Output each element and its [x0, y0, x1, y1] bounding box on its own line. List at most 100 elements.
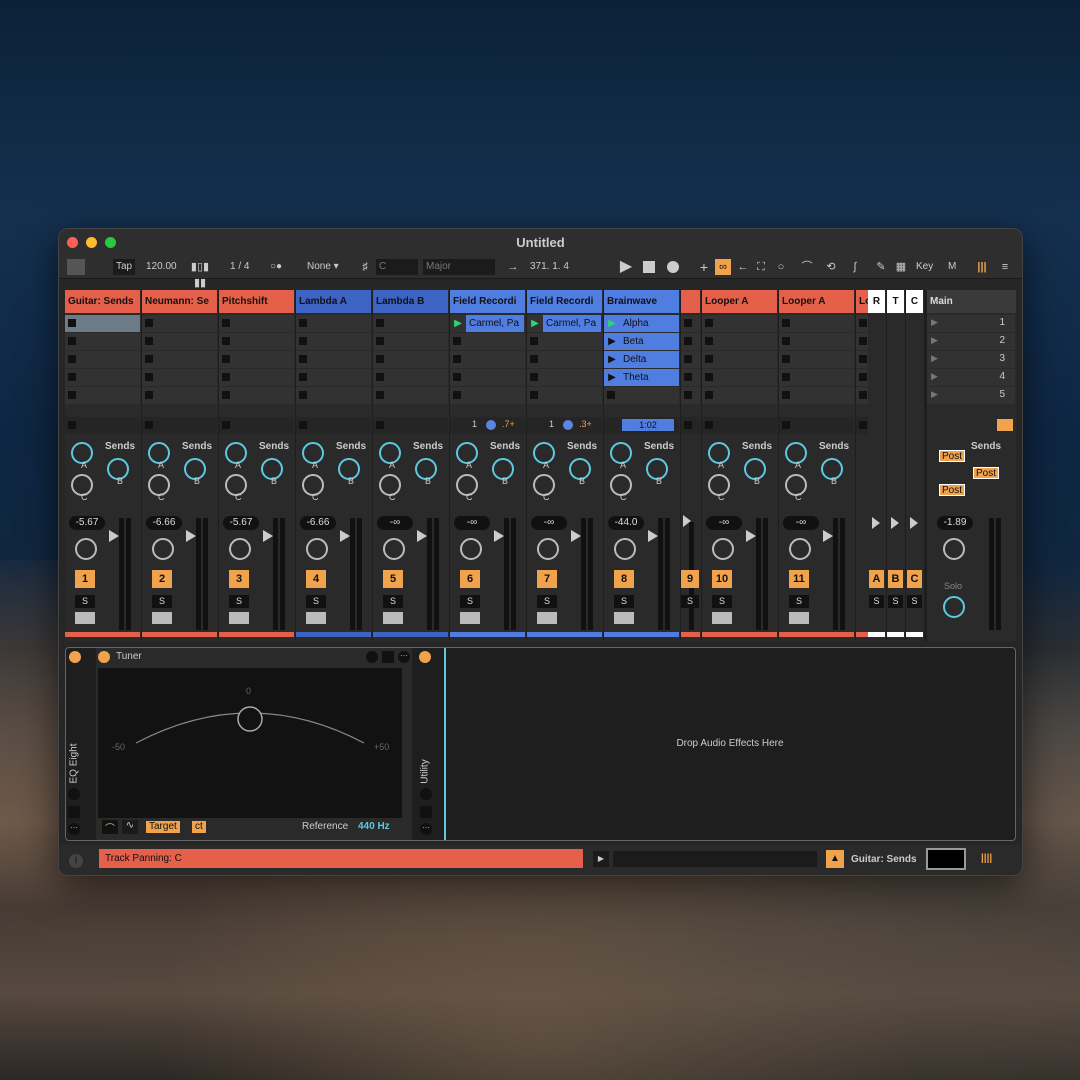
back-to-arrangement-icon[interactable]: ← — [735, 259, 751, 275]
track-volume[interactable]: -∞ — [377, 516, 413, 530]
clip-stop-row[interactable] — [142, 417, 217, 434]
track-activator[interactable]: 9 — [681, 570, 699, 588]
clip-slot[interactable] — [702, 333, 777, 350]
track-header[interactable]: Field Recordi — [527, 290, 602, 313]
clip-play-icon[interactable]: ▶ — [604, 351, 620, 368]
key-map-button[interactable]: Key — [913, 259, 936, 275]
scene-row[interactable]: ▶ 2 — [927, 333, 1015, 350]
clip-slot[interactable] — [779, 369, 854, 386]
clip-slot[interactable] — [142, 387, 217, 404]
tuner-power-icon[interactable] — [98, 651, 110, 663]
eq-hotswap-icon[interactable] — [68, 788, 80, 800]
tuner-target-button[interactable]: Target — [146, 821, 180, 833]
volume-arrow-icon[interactable] — [872, 517, 880, 529]
track-activator[interactable]: 5 — [383, 570, 403, 588]
clip-slot[interactable] — [527, 369, 602, 386]
volume-arrow-icon[interactable] — [417, 530, 427, 542]
eq-more-icon[interactable]: ··· — [68, 823, 80, 835]
session-record-icon[interactable]: ○ — [773, 259, 789, 275]
clip-slot[interactable] — [65, 387, 140, 404]
solo-button[interactable]: S — [306, 595, 326, 608]
tuner-reference-value[interactable]: 440 Hz — [358, 821, 390, 832]
monitor-button[interactable] — [75, 612, 95, 624]
clip-slot[interactable] — [296, 369, 371, 386]
scene-row[interactable]: ▶ 1 — [927, 315, 1015, 332]
overview-thumbnail[interactable] — [926, 848, 966, 870]
clip-slot[interactable] — [296, 387, 371, 404]
clip-slot[interactable] — [219, 369, 294, 386]
stop-icon[interactable] — [641, 259, 657, 275]
clip-play-icon[interactable]: ▶ — [604, 369, 620, 386]
cpu-meter-icon[interactable]: ||| — [974, 259, 990, 275]
clip-slot[interactable] — [142, 315, 217, 332]
tuner-classic-icon[interactable]: ⌒ — [102, 820, 118, 835]
tap-button[interactable]: Tap — [113, 259, 136, 275]
solo-button[interactable]: S — [229, 595, 249, 608]
solo-button[interactable]: S — [681, 595, 699, 608]
clip-slot[interactable] — [779, 387, 854, 404]
clip-slot[interactable] — [65, 333, 140, 350]
pan-knob[interactable] — [152, 538, 174, 560]
track-header[interactable]: Looper A — [702, 290, 777, 313]
scale-select[interactable]: Major — [423, 259, 495, 275]
pan-knob[interactable] — [229, 538, 251, 560]
clip-stop-row[interactable] — [65, 417, 140, 434]
track-volume[interactable]: -44.0 — [608, 516, 644, 530]
clip-slot[interactable] — [65, 315, 140, 332]
main-header[interactable]: Main — [927, 290, 1016, 313]
main-solo-button[interactable]: Solo — [939, 580, 967, 593]
clip-play-icon[interactable]: ▶ — [604, 333, 620, 350]
scene-launch-icon[interactable]: ▶ — [931, 335, 938, 346]
clip-slot[interactable] — [779, 333, 854, 350]
clip-play-icon[interactable]: ▶ — [450, 315, 466, 332]
scene-launch-icon[interactable]: ▶ — [931, 389, 938, 400]
track-activator[interactable]: 4 — [306, 570, 326, 588]
pan-knob[interactable] — [383, 538, 405, 560]
clip-stop-row[interactable] — [373, 417, 448, 434]
clip-slot[interactable]: ▶ Beta — [604, 333, 679, 350]
solo-button[interactable]: S — [614, 595, 634, 608]
eq-save-icon[interactable] — [68, 806, 80, 818]
clip-slot[interactable]: ▶ Delta — [604, 351, 679, 368]
post-button[interactable]: Post — [939, 450, 966, 462]
volume-arrow-icon[interactable] — [648, 530, 658, 542]
clip-slot[interactable] — [527, 387, 602, 404]
clip-slot[interactable] — [373, 333, 448, 350]
clip-slot[interactable] — [702, 369, 777, 386]
track-header[interactable]: Neumann: Se — [142, 290, 217, 313]
clip[interactable]: Carmel, Pa — [466, 315, 524, 332]
cue-volume-knob[interactable] — [943, 596, 965, 618]
mixer-view-icon[interactable]: |||| — [981, 853, 992, 864]
capture-icon[interactable]: ⛶ — [753, 259, 769, 275]
draw-mode-icon[interactable]: ✎ — [873, 259, 889, 275]
clip-slot[interactable]: ▶ Carmel, Pa — [450, 315, 525, 332]
clip[interactable]: Beta — [620, 333, 678, 350]
track-volume[interactable]: -5.67 — [69, 516, 105, 530]
clip-stop-row[interactable] — [296, 417, 371, 434]
eq-power-icon[interactable] — [69, 651, 81, 663]
utility-save-icon[interactable] — [420, 806, 432, 818]
track-header[interactable]: Looper A — [779, 290, 854, 313]
clip-slot[interactable] — [219, 351, 294, 368]
track-header[interactable]: Pitchshift — [219, 290, 294, 313]
volume-arrow-icon[interactable] — [823, 530, 833, 542]
return-header[interactable]: T — [887, 290, 904, 313]
clip-slot[interactable] — [65, 351, 140, 368]
follow-icon[interactable]: ⌒ — [799, 259, 815, 275]
monitor-button[interactable] — [537, 612, 557, 624]
solo-button[interactable]: S — [537, 595, 557, 608]
solo-button[interactable]: S — [712, 595, 732, 608]
clip-slot[interactable] — [681, 351, 700, 368]
track-activator[interactable]: 11 — [789, 570, 809, 588]
clip-slot[interactable] — [702, 315, 777, 332]
scene-launch-icon[interactable]: ▶ — [931, 371, 938, 382]
clip-slot[interactable] — [219, 333, 294, 350]
track-volume[interactable]: -∞ — [783, 516, 819, 530]
volume-arrow-icon[interactable] — [109, 530, 119, 542]
clip-slot[interactable] — [450, 333, 525, 350]
tuner-save-icon[interactable] — [382, 651, 394, 663]
clip-slot[interactable] — [450, 387, 525, 404]
solo-button[interactable]: S — [789, 595, 809, 608]
clip-slot[interactable] — [604, 387, 679, 404]
clip-stop-row[interactable]: 1 .7+ — [450, 417, 525, 434]
